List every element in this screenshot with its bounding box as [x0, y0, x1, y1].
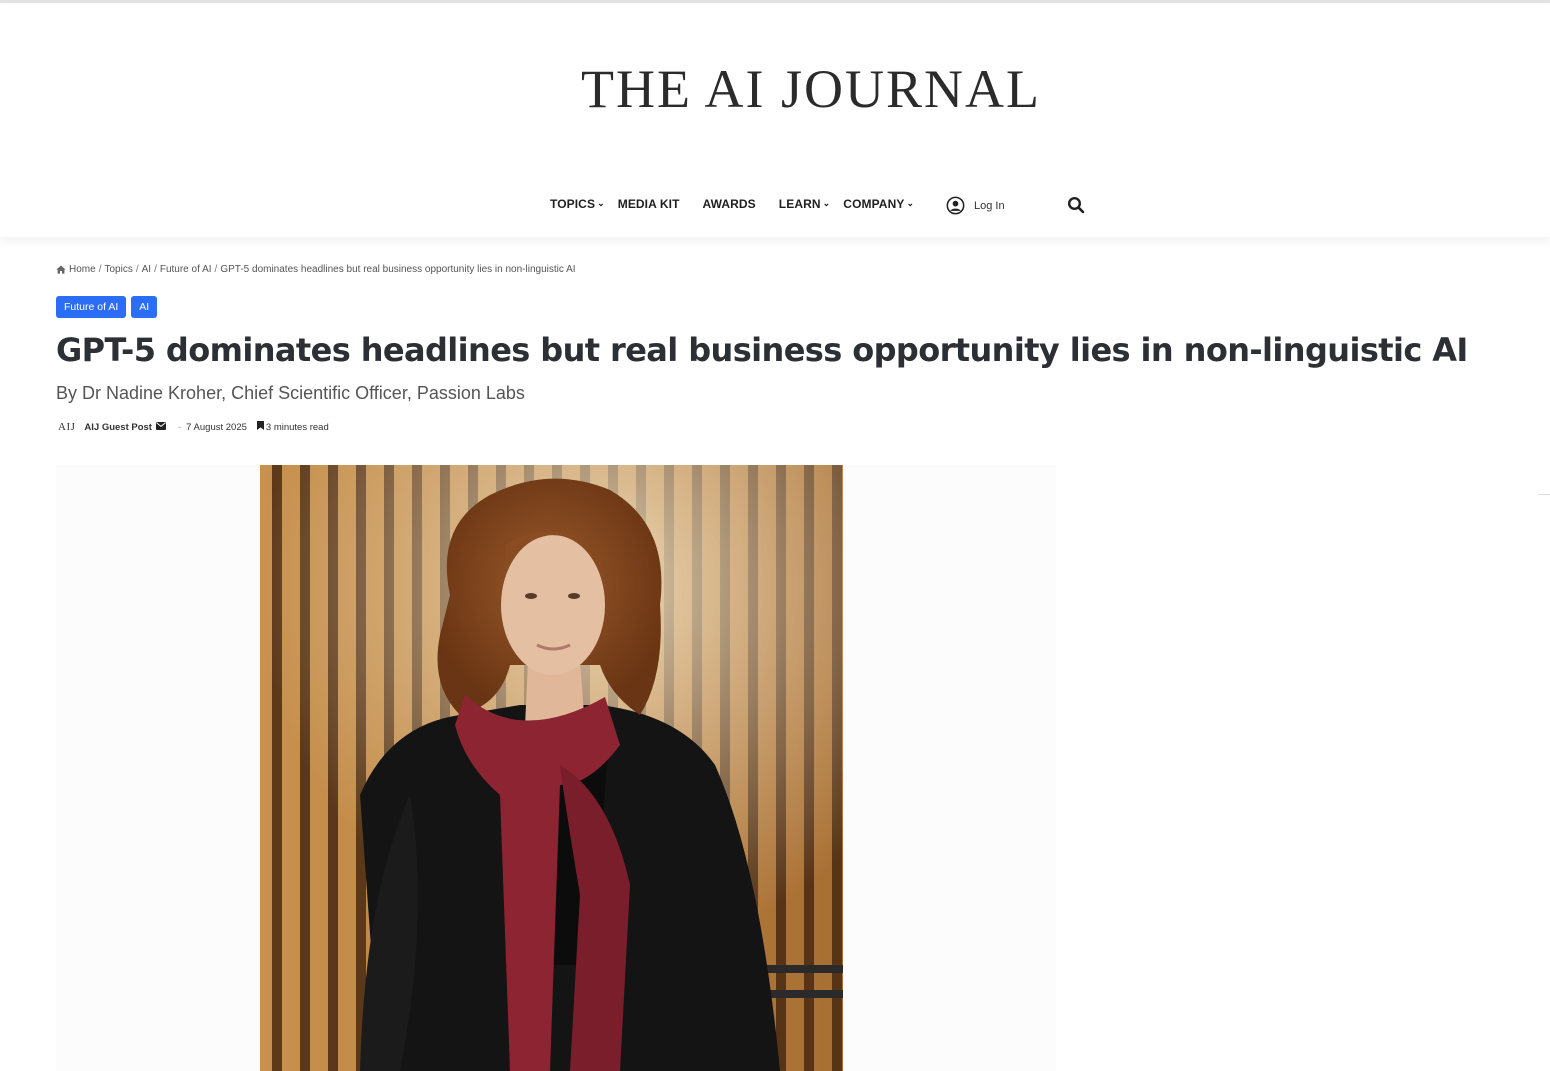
- breadcrumb-home[interactable]: Home: [69, 264, 96, 275]
- nav-item-learn[interactable]: LEARN ⌄: [779, 197, 831, 211]
- author-name[interactable]: AIJ Guest Post: [84, 422, 152, 433]
- breadcrumb-separator: /: [154, 264, 157, 275]
- author-avatar[interactable]: AIJ: [58, 421, 75, 433]
- article-subtitle: By Dr Nadine Kroher, Chief Scientific Of…: [56, 383, 525, 403]
- breadcrumb-separator: /: [214, 264, 218, 275]
- nav-item-awards[interactable]: AWARDS: [703, 197, 756, 211]
- category-badge-ai[interactable]: AI: [131, 296, 158, 318]
- breadcrumb-separator: /: [98, 264, 102, 275]
- category-badge-future-of-ai[interactable]: Future of AI: [56, 296, 127, 318]
- read-time: 3 minutes read: [265, 421, 329, 433]
- article-meta: AIJ AIJ Guest Post - 7 August 2025 3 min…: [58, 421, 329, 433]
- breadcrumb-ai[interactable]: AI: [142, 264, 151, 275]
- nav-item-topics[interactable]: TOPICS ⌄: [550, 197, 605, 211]
- search-icon: [1067, 196, 1085, 214]
- home-icon: [56, 265, 66, 274]
- bookmark-icon: [256, 421, 264, 433]
- nav-item-company[interactable]: COMPANY ⌄: [843, 197, 914, 211]
- nav-item-label: MEDIA KIT: [617, 197, 680, 211]
- nav-item-label: AWARDS: [702, 197, 756, 211]
- breadcrumb-topics[interactable]: Topics: [104, 264, 132, 275]
- envelope-icon[interactable]: [155, 421, 166, 433]
- search-button[interactable]: [1067, 196, 1087, 216]
- chevron-down-icon: ⌄: [597, 197, 605, 208]
- category-badges: Future of AI AI: [56, 296, 162, 318]
- featured-image-container: [56, 465, 1056, 1071]
- post-date: 7 August 2025: [186, 421, 247, 433]
- nav-item-label: LEARN: [778, 197, 821, 211]
- article-title: GPT-5 dominates headlines but real busin…: [56, 331, 1468, 369]
- site-logo[interactable]: THE AI JOURNAL: [0, 59, 1550, 119]
- portrait-illustration: [260, 465, 843, 1071]
- nav-item-label: COMPANY: [843, 197, 905, 211]
- chevron-down-icon: ⌄: [822, 197, 831, 208]
- meta-separator: -: [177, 421, 182, 433]
- main-navigation: TOPICS ⌄ MEDIA KIT AWARDS LEARN ⌄ COMPAN…: [550, 190, 914, 218]
- featured-image-portrait[interactable]: [260, 465, 843, 1071]
- divider: [1538, 494, 1550, 495]
- nav-item-label: TOPICS: [550, 197, 596, 211]
- breadcrumb: Home / Topics / AI / Future of AI / GPT-…: [56, 264, 576, 275]
- nav-item-media-kit[interactable]: MEDIA KIT: [618, 197, 680, 211]
- user-circle-icon: [946, 196, 965, 215]
- login-link[interactable]: Log In: [946, 196, 1005, 215]
- breadcrumb-future-of-ai[interactable]: Future of AI: [160, 264, 212, 275]
- breadcrumb-separator: /: [135, 264, 139, 275]
- breadcrumb-current: GPT-5 dominates headlines but real busin…: [220, 264, 576, 275]
- login-label: Log In: [974, 199, 1005, 212]
- chevron-down-icon: ⌄: [906, 197, 915, 208]
